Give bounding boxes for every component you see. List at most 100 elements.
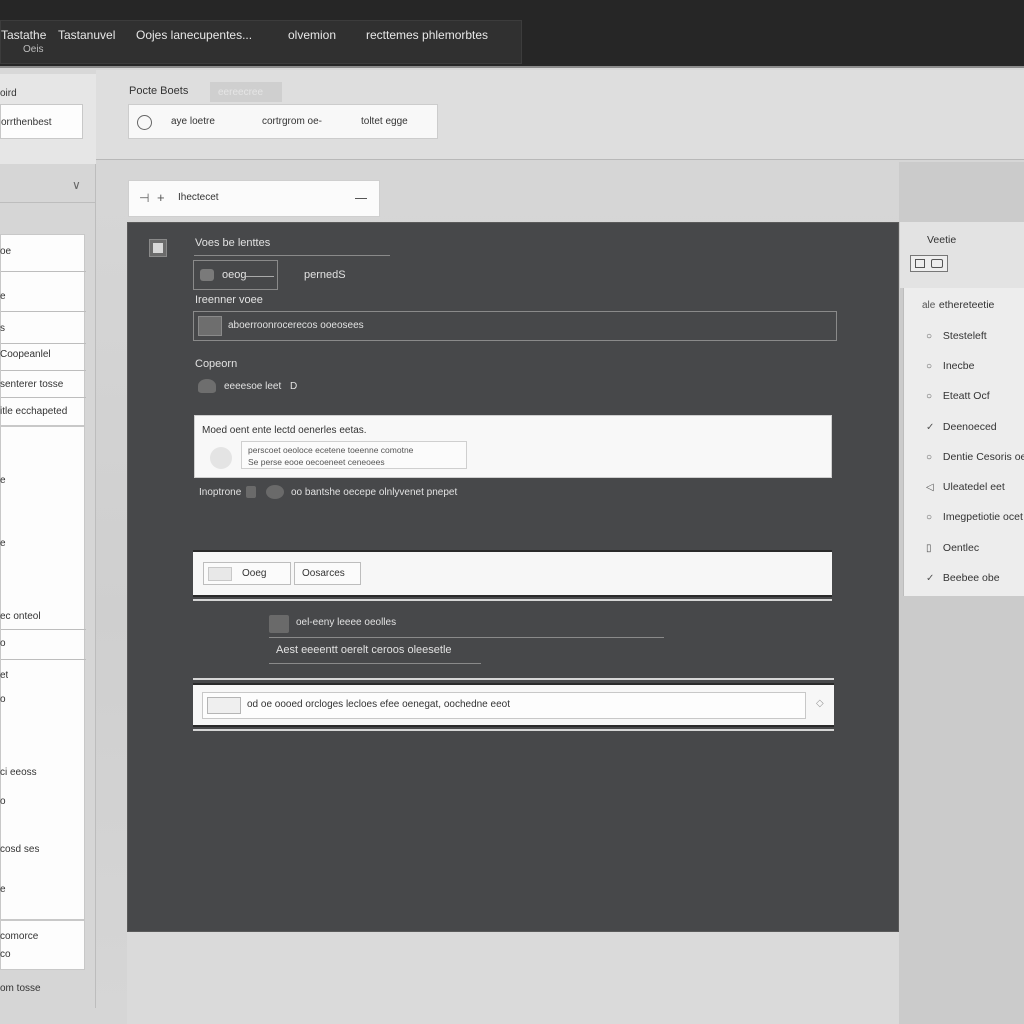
right-list-item[interactable]: ○ Imegpetiotie ocet (926, 511, 1023, 523)
hint-label: Inoptrone (199, 487, 242, 498)
check-icon: ✓ (926, 573, 935, 584)
sidebar-item[interactable]: ci eeoss (0, 767, 37, 778)
back-icon[interactable]: ⊣ (139, 191, 149, 205)
toolbar-row: aye loetre cortrgrom oe- toltet egge (128, 104, 438, 139)
action-bar-2-field[interactable]: od oe oooed orcloges lecloes efee oenega… (202, 692, 806, 719)
tab-secondary[interactable]: eereecree (210, 82, 282, 102)
action-bar-2-text: od oe oooed orcloges lecloes efee oenega… (247, 699, 510, 710)
checkbox[interactable] (149, 239, 167, 257)
list-item-label: Inecbe (942, 360, 975, 372)
field-3-value[interactable]: eeeesoe leet (224, 381, 281, 392)
sidebar-card-divider (1, 271, 86, 272)
image-icon (198, 316, 222, 336)
right-list-item[interactable]: ○ Stesteleft (926, 330, 987, 342)
action-bar-1: Ooeg Oosarces (193, 550, 832, 597)
field-3-suffix: D (290, 381, 298, 392)
sidebar-item[interactable]: e (0, 884, 6, 895)
sidebar-item[interactable]: om tosse (0, 983, 41, 994)
list-icon[interactable] (931, 259, 943, 268)
toolbar-item-1[interactable]: aye loetre (171, 116, 215, 127)
tab-main[interactable]: Pocte Boets (129, 85, 188, 97)
sidebar-item[interactable]: comorce (0, 931, 38, 942)
sidebar-item[interactable]: cosd ses (0, 844, 39, 855)
sidebar-item[interactable]: senterer tosse (0, 379, 63, 390)
right-list-item[interactable]: ✓ Deenoeced (926, 421, 997, 433)
sub-text: Aest eeeentt oerelt ceroos oleesetle (276, 644, 452, 656)
action-bar-1-button[interactable]: Ooeg (203, 562, 291, 585)
action-bar-1-button-label: Ooeg (242, 568, 267, 579)
right-list-item[interactable]: ✓ Beebee obe (926, 572, 1000, 584)
collapse-icon[interactable] (355, 198, 367, 199)
sidebar-item[interactable]: co (0, 949, 11, 960)
action-bar-1-field[interactable]: Oosarces (294, 562, 361, 585)
info-card-line-2: Se perse eooe oecoeneet ceneoees (248, 457, 385, 467)
avatar (210, 447, 232, 469)
menu-subtitle: Oeis (23, 44, 44, 55)
refresh-icon[interactable] (137, 115, 152, 130)
chevron-down-icon[interactable]: ∨ (72, 178, 81, 192)
right-panel-header: Veetie (900, 222, 1024, 288)
breadcrumb-text[interactable]: Ihectecet (178, 192, 219, 203)
sidebar-top-button[interactable]: orrthenbest (0, 104, 83, 139)
sidebar-item[interactable]: s (0, 323, 5, 334)
file-icon: ▯ (926, 543, 932, 554)
menu-item-4[interactable]: olvemion (288, 28, 336, 42)
info-card-detail: perscoet oeoloce ecetene toeenne comotne… (241, 441, 467, 469)
list-item-label: Oentlec (942, 542, 980, 554)
info-card-title: Moed oent ente lectd oenerles eetas. (202, 425, 367, 436)
sidebar-item[interactable]: e (0, 538, 6, 549)
menu-item-1[interactable]: Tastathe (1, 28, 46, 42)
sidebar-item[interactable]: o (0, 694, 6, 705)
sidebar-item[interactable]: Coopeanlel (0, 349, 51, 360)
field-2-value: aboerroonrocerecos ooeosees (228, 320, 364, 331)
circle-icon: ○ (926, 512, 933, 523)
sidebar-card-divider (1, 629, 86, 630)
sidebar-item[interactable]: oe (0, 246, 11, 257)
menu-group: Tastathe Tastanuvel Oojes lanecupentes..… (0, 20, 522, 64)
list-item-label: Stesteleft (942, 330, 987, 342)
toolbar-item-2[interactable]: cortrgrom oe- (262, 116, 322, 127)
divider (269, 663, 481, 664)
sub-label: oel-eeny leeee oeolles (296, 617, 397, 628)
menu-item-3[interactable]: Oojes lanecupentes... (136, 28, 252, 42)
list-item-label: Deenoeced (942, 421, 997, 433)
menu-item-5[interactable]: recttemes phlemorbtes (366, 28, 488, 42)
list-item-label: Beebee obe (942, 572, 1000, 584)
sidebar-item[interactable]: ec onteol (0, 611, 41, 622)
divider (193, 729, 834, 731)
list-item-label: ethereteetie (938, 299, 995, 311)
sidebar-item[interactable]: e (0, 475, 6, 486)
right-list-item[interactable]: ◁ Uleatedel eet (926, 481, 1005, 493)
image-icon (207, 697, 241, 714)
bottom-strip (127, 932, 899, 1024)
menu-item-2[interactable]: Tastanuvel (58, 28, 115, 42)
view-toggle[interactable] (910, 255, 948, 272)
list-item-icon: ale (922, 300, 936, 311)
add-icon[interactable]: + (157, 190, 165, 205)
right-list-item[interactable]: ○ Dentie Cesoris oe (926, 451, 1024, 463)
field-3-label: Copeorn (195, 358, 238, 370)
grid-icon[interactable] (915, 259, 925, 268)
right-list-item[interactable]: ○ Inecbe (926, 360, 974, 372)
sidebar-item[interactable]: et (0, 670, 8, 681)
field-2[interactable]: aboerroonrocerecos ooeosees (193, 311, 837, 341)
sidebar-card-divider (1, 397, 86, 398)
sidebar-item[interactable]: itle ecchapeted (0, 406, 67, 417)
circle-icon: ○ (926, 391, 933, 402)
sidebar-divider (0, 202, 96, 203)
field-1[interactable]: oeog (193, 260, 278, 290)
toolbar-item-3[interactable]: toltet egge (361, 116, 408, 127)
right-list-item[interactable]: ale ethereteetie (922, 299, 994, 311)
sidebar-item[interactable]: e (0, 291, 6, 302)
info-icon (246, 486, 256, 498)
sidebar-item[interactable]: o (0, 796, 6, 807)
diamond-icon[interactable]: ◇ (816, 698, 824, 709)
right-list-item[interactable]: ▯ Oentlec (926, 542, 979, 554)
field-1-suffix: pernedS (304, 269, 346, 281)
check-icon: ✓ (926, 422, 935, 433)
right-list-item[interactable]: ○ Eteatt Ocf (926, 390, 990, 402)
sidebar-item[interactable]: o (0, 638, 6, 649)
tag-icon (200, 269, 214, 281)
action-bar-2: od oe oooed orcloges lecloes efee oenega… (193, 683, 834, 727)
circle-icon: ○ (926, 361, 933, 372)
